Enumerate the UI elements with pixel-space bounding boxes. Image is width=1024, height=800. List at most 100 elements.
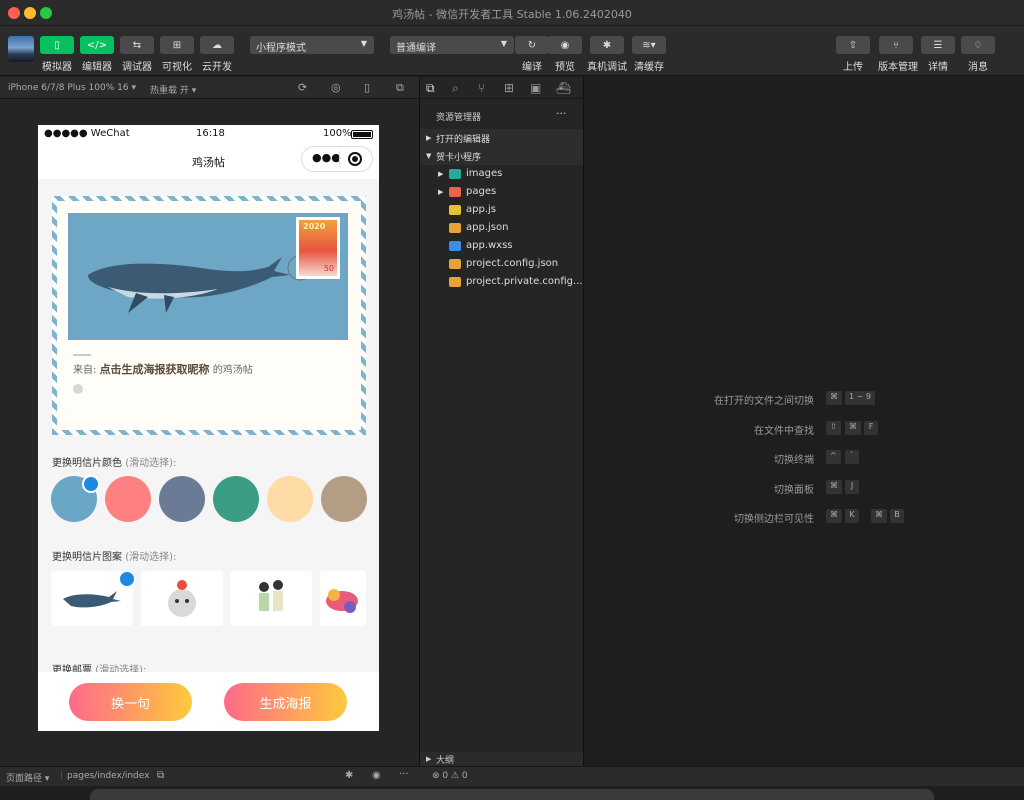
editor-toggle-button[interactable]: </> — [80, 36, 114, 54]
chevron-down-icon: ▼ — [360, 39, 367, 48]
phone-icon[interactable]: ▯ — [364, 81, 370, 94]
record-icon[interactable]: ◎ — [331, 81, 341, 94]
title-bar: 鸡汤帖 - 微信开发者工具 Stable 1.06.2402040 — [0, 0, 1024, 26]
close-miniprogram-icon[interactable] — [348, 152, 362, 166]
bell-icon: ♢ — [973, 39, 983, 51]
shortcut-key: F — [864, 420, 878, 435]
file-name: images — [466, 168, 503, 179]
chevron-down-icon: ▼ — [500, 39, 507, 48]
upload-button[interactable]: ⇧ — [836, 36, 870, 54]
details-button[interactable]: ☰ — [921, 36, 955, 54]
pattern-option-couple[interactable] — [230, 571, 312, 626]
shortcut-label: 在文件中查找 — [754, 425, 814, 437]
file-tree-item[interactable]: project.private.config... — [420, 273, 583, 291]
selected-check-icon — [118, 570, 136, 588]
preview-button[interactable]: ◉ — [548, 36, 582, 54]
more-dots-icon[interactable]: ●●● — [312, 151, 341, 164]
file-name: pages — [466, 186, 497, 197]
problems-count[interactable]: ⊗ 0 ⚠ 0 — [432, 771, 468, 781]
shortcut-label: 切换侧边栏可见性 — [734, 514, 814, 525]
chevron-right-icon: ▶ — [426, 755, 432, 763]
simulator-bar: iPhone 6/7/8 Plus 100% 16 ▾ 热重载 开 ▾ ⟳ ◎ … — [0, 77, 419, 99]
rotate-icon[interactable]: ⟳ — [298, 81, 307, 94]
version-button[interactable]: ⑂ — [879, 36, 913, 54]
battery-text: 100% — [323, 128, 352, 139]
page-path-select[interactable]: 页面路径 ▾ — [6, 771, 49, 784]
battery-icon — [351, 130, 373, 139]
simulator-toggle-button[interactable]: ▯ — [40, 36, 74, 54]
color-option[interactable] — [105, 476, 151, 522]
color-section-hint: (滑动选择): — [125, 458, 177, 469]
layout-icon: ⊞ — [172, 39, 182, 51]
shortcut-key: ⌘ — [845, 420, 861, 435]
project-section[interactable]: ▼ 贺卡小程序 — [420, 147, 583, 165]
selected-check-icon — [82, 475, 100, 493]
file-tree-item[interactable]: project.config.json — [420, 255, 583, 273]
capsule-menu: ●●● — [301, 146, 373, 172]
file-tree-item[interactable]: app.js — [420, 201, 583, 219]
compile-button[interactable]: ↻ — [515, 36, 549, 54]
js-file-icon — [449, 205, 461, 215]
folder-icon — [449, 169, 461, 179]
pattern-option-flowers[interactable] — [320, 571, 366, 626]
menu-icon: ☰ — [933, 39, 943, 51]
upload-icon: ⇧ — [848, 39, 858, 51]
copy-icon[interactable]: ⧉ — [157, 770, 164, 781]
generate-poster-button[interactable]: 生成海报 — [224, 683, 347, 721]
more-actions-icon[interactable]: ··· — [556, 107, 567, 120]
color-option[interactable] — [321, 476, 367, 522]
nickname-link[interactable]: 点击生成海报获取昵称 — [100, 363, 210, 376]
capsule-divider — [339, 151, 340, 167]
seal-icon — [73, 384, 83, 394]
folder-icon — [449, 187, 461, 197]
search-icon[interactable]: ⌕ — [452, 81, 459, 96]
file-name: app.js — [466, 204, 496, 215]
image-icon[interactable]: ▣ — [530, 81, 541, 95]
file-tree-item[interactable]: ▶ images — [420, 165, 583, 183]
bottom-action-bar: 换一句 生成海报 — [38, 672, 379, 731]
color-section-label: 更换明信片颜色 (滑动选择): — [52, 454, 176, 469]
phone-icon: ▯ — [54, 39, 60, 51]
messages-button[interactable]: ♢ — [961, 36, 995, 54]
macos-dock — [90, 789, 934, 800]
color-option[interactable] — [267, 476, 313, 522]
color-option[interactable] — [159, 476, 205, 522]
shortcut-key: ⇧ — [826, 420, 841, 435]
page-path-value: pages/index/index — [67, 771, 150, 781]
user-avatar[interactable] — [8, 36, 34, 62]
eye-icon[interactable]: ◉ — [372, 770, 381, 781]
from-suffix: 的鸡汤帖 — [212, 365, 253, 376]
window-title: 鸡汤帖 - 微信开发者工具 Stable 1.06.2402040 — [392, 8, 632, 21]
refresh-icon: ↻ — [527, 39, 537, 51]
clear-cache-button[interactable]: ≋▾ — [632, 36, 666, 54]
navigation-bar: 鸡汤帖 ●●● — [38, 143, 379, 179]
hot-reload-toggle[interactable]: 热重载 开 ▾ — [150, 83, 196, 96]
compile-select[interactable]: 普通编译 ▼ — [390, 36, 514, 54]
file-tree-item[interactable]: app.wxss — [420, 237, 583, 255]
cloud-dev-label: 云开发 — [202, 62, 232, 73]
files-icon[interactable]: ⧉ — [426, 81, 435, 96]
open-editors-section[interactable]: ▶ 打开的编辑器 — [420, 129, 583, 147]
color-section-title: 更换明信片颜色 — [52, 458, 122, 469]
popout-icon[interactable]: ⧉ — [396, 81, 404, 95]
pattern-option-cat[interactable] — [141, 571, 223, 626]
stamp-image: 2020 50 — [299, 220, 337, 276]
outline-section[interactable]: ▶ 大纲 — [420, 752, 583, 766]
mode-select[interactable]: 小程序模式 ▼ — [250, 36, 374, 54]
branch-icon[interactable]: ⑂ — [478, 81, 485, 95]
bug-icon[interactable]: ✱ — [345, 770, 353, 781]
extensions-icon[interactable]: ⊞ — [504, 81, 514, 95]
more-actions-icon[interactable]: ··· — [399, 769, 409, 780]
cloud-dev-button[interactable]: ☁ — [200, 36, 234, 54]
file-tree-item[interactable]: app.json — [420, 219, 583, 237]
color-option[interactable] — [213, 476, 259, 522]
debugger-toggle-button[interactable]: ⇆ — [120, 36, 154, 54]
visual-toggle-button[interactable]: ⊞ — [160, 36, 194, 54]
remote-debug-button[interactable]: ✱ — [590, 36, 624, 54]
file-tree-item[interactable]: ▶ pages — [420, 183, 583, 201]
device-select[interactable]: iPhone 6/7/8 Plus 100% 16 ▾ — [8, 83, 136, 93]
change-quote-button[interactable]: 换一句 — [69, 683, 192, 721]
pattern-section-label: 更换明信片图案 (滑动选择): — [52, 548, 176, 563]
docker-icon[interactable]: ⛴ — [556, 81, 571, 95]
file-name: app.wxss — [466, 240, 513, 251]
